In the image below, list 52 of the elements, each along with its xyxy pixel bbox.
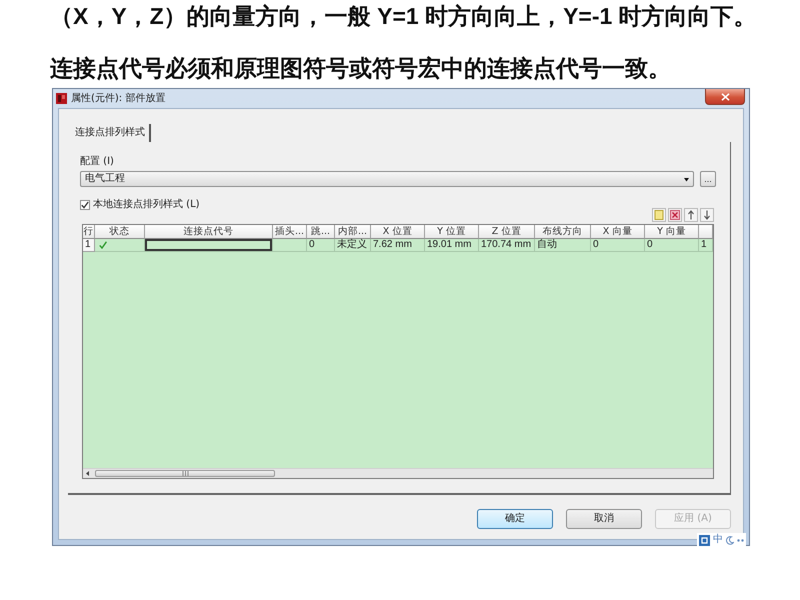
column-header[interactable]: 内部... [335, 225, 371, 239]
table-cell[interactable]: 0 [307, 239, 335, 252]
checkbox-label[interactable]: 本地连接点排列样式 (L) [93, 199, 200, 211]
dots-icon[interactable] [737, 538, 744, 542]
caret-icon [684, 176, 689, 182]
column-header[interactable] [699, 225, 713, 239]
field-label: 配置 (I) [80, 156, 114, 168]
delete-row-button[interactable] [668, 208, 682, 222]
column-header[interactable]: 跳... [307, 225, 335, 239]
tab[interactable]: 连接点排列样式 [75, 124, 151, 142]
ime-logo-icon[interactable] [699, 534, 710, 546]
paragraph: （X，Y，Z）的向量方向，一般 Y=1 时方向向上，Y=-1 时方向向下。 [50, 2, 757, 30]
ime-mode-label[interactable]: 中 [713, 534, 723, 546]
table-cell[interactable] [145, 239, 273, 252]
table-cell[interactable]: 0 [591, 239, 645, 252]
row-number[interactable]: 1 [83, 239, 95, 252]
table-cell[interactable]: 7.62 mm [371, 239, 425, 252]
table-cell[interactable]: 1 [699, 239, 713, 252]
column-header[interactable]: 插头... [273, 225, 307, 239]
table-cell[interactable]: 自动 [535, 239, 591, 252]
table-cell[interactable]: 19.01 mm [425, 239, 479, 252]
close-icon [720, 92, 730, 100]
delete-icon [670, 210, 680, 220]
column-header[interactable]: 连接点代号 [145, 225, 273, 239]
checkbox[interactable] [80, 200, 90, 210]
moon-icon[interactable] [726, 536, 734, 544]
dialog-button[interactable]: 确定 [477, 509, 553, 529]
arrow-up-icon [686, 210, 696, 220]
column-header[interactable]: Y 向量 [645, 225, 699, 239]
column-header[interactable]: X 向量 [591, 225, 645, 239]
table-cell[interactable] [273, 239, 307, 252]
dialog-button[interactable]: 取消 [566, 509, 642, 529]
close-button[interactable] [705, 89, 745, 105]
sheet-icon [654, 210, 664, 220]
horizontal-scrollbar[interactable] [83, 468, 713, 478]
column-header[interactable]: 布线方向 [535, 225, 591, 239]
configuration-dropdown[interactable]: 电气工程 [80, 171, 694, 187]
column-header[interactable]: Z 位置 [479, 225, 535, 239]
paragraph: 连接点代号必须和原理图符号或符号宏中的连接点代号一致。 [50, 54, 671, 82]
app-icon [56, 93, 67, 104]
scrollbar-thumb[interactable] [95, 470, 275, 477]
move-up-button[interactable] [684, 208, 698, 222]
column-header[interactable]: 行 [83, 225, 95, 239]
arrow-down-icon [702, 210, 712, 220]
column-header[interactable]: X 位置 [371, 225, 425, 239]
table-cell[interactable]: 0 [645, 239, 699, 252]
move-down-button[interactable] [700, 208, 714, 222]
window-title: 属性(元件): 部件放置 [71, 92, 166, 104]
column-header[interactable]: 状态 [95, 225, 145, 239]
browse-button[interactable]: ... [700, 171, 716, 187]
column-header[interactable]: Y 位置 [425, 225, 479, 239]
table-cell[interactable]: 170.74 mm [479, 239, 535, 252]
